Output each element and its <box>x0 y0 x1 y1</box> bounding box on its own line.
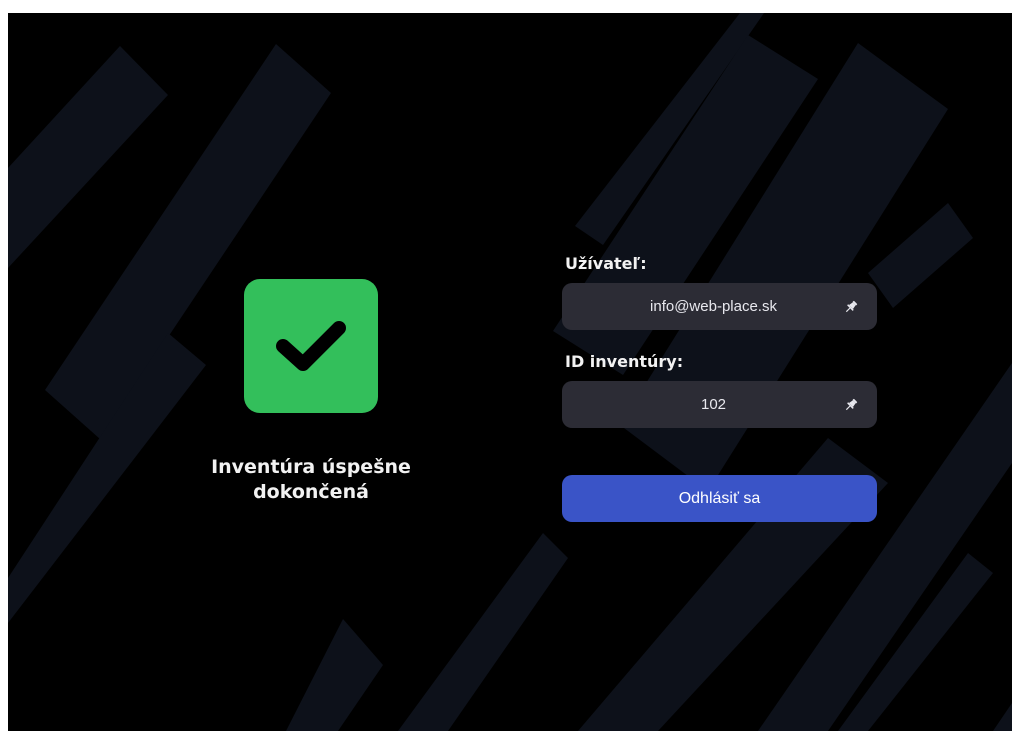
success-checkmark-box <box>244 279 378 413</box>
user-field: info@web-place.sk <box>562 283 877 330</box>
inventory-id-label: ID inventúry: <box>565 352 684 371</box>
user-value: info@web-place.sk <box>650 298 777 315</box>
pin-icon[interactable] <box>837 293 865 321</box>
checkmark-icon <box>276 321 346 371</box>
logout-button[interactable]: Odhlásiť sa <box>562 475 877 522</box>
app-screen: Inventúra úspešne dokončená Užívateľ: in… <box>8 13 1012 731</box>
inventory-id-field: 102 <box>562 381 877 428</box>
inventory-id-value: 102 <box>700 396 727 413</box>
success-message: Inventúra úspešne dokončená <box>168 455 454 505</box>
background-stripes <box>8 13 1012 731</box>
pin-icon[interactable] <box>837 391 865 419</box>
success-message-line1: Inventúra úspešne <box>211 456 411 478</box>
user-label: Užívateľ: <box>565 254 647 273</box>
success-message-line2: dokončená <box>253 481 369 503</box>
